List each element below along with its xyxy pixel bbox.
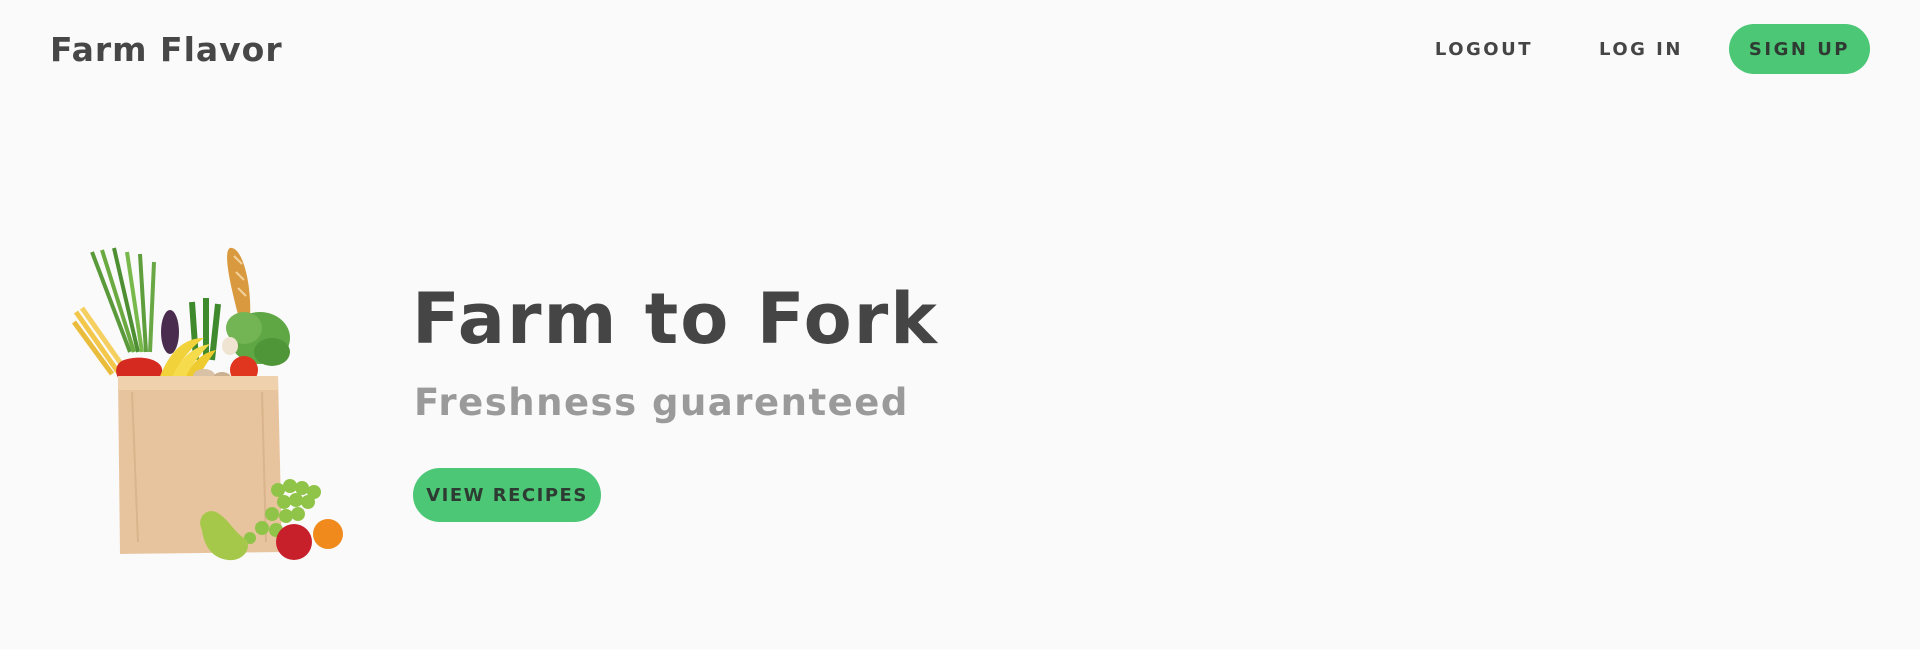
eggplant [161, 310, 179, 354]
orange [313, 519, 343, 549]
hero-title: Farm to Fork [412, 278, 939, 360]
baguette [227, 247, 251, 322]
signup-button[interactable]: SIGN UP [1728, 24, 1870, 74]
view-recipes-button[interactable]: VIEW RECIPES [413, 468, 601, 522]
top-nav: LOGOUT LOG IN SIGN UP [1435, 24, 1870, 74]
hero-subtitle: Freshness guarenteed [414, 381, 909, 424]
login-link[interactable]: LOG IN [1599, 39, 1683, 60]
landing-page: Farm Flavor LOGOUT LOG IN SIGN UP Farm t… [0, 0, 1920, 649]
apple [276, 524, 312, 560]
grocery-bag-illustration [71, 247, 343, 561]
logout-link[interactable]: LOGOUT [1435, 39, 1533, 60]
brand-logo[interactable]: Farm Flavor [50, 30, 283, 69]
grocery-bag-image [71, 242, 352, 572]
